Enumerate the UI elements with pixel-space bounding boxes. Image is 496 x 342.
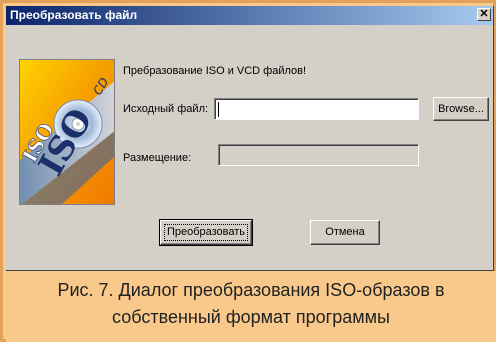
placement-label: Размещение: [123, 152, 192, 164]
caption-line-1: Рис. 7. Диалог преобразования ISO-образо… [57, 280, 445, 300]
close-button[interactable]: ✕ [477, 8, 491, 21]
source-file-input[interactable] [214, 98, 419, 120]
text-caret [218, 102, 219, 117]
placement-input[interactable] [218, 144, 419, 166]
figure-caption: Рис. 7. Диалог преобразования ISO-образо… [6, 271, 496, 342]
figure-frame: Преобразовать файл ✕ ISO ISO CD Пребразо… [0, 0, 496, 342]
convert-button[interactable]: Преобразовать [159, 219, 253, 246]
description-text: Пребразование ISO и VCD файлов! [123, 65, 307, 77]
cancel-button[interactable]: Отмена [310, 220, 380, 245]
caption-line-2: собственный формат программы [112, 307, 390, 327]
iso-logo-image: ISO ISO CD [19, 59, 115, 205]
dialog-title: Преобразовать файл [10, 8, 138, 22]
cancel-button-label: Отмена [325, 226, 365, 238]
browse-button[interactable]: Browse... [433, 97, 489, 121]
browse-button-label: Browse... [438, 103, 484, 115]
title-bar: Преобразовать файл ✕ [6, 6, 493, 25]
focus-rectangle [164, 224, 248, 241]
source-file-label: Исходный файл: [123, 103, 209, 115]
convert-file-dialog: Преобразовать файл ✕ ISO ISO CD Пребразо… [6, 6, 494, 271]
close-icon: ✕ [479, 8, 489, 20]
